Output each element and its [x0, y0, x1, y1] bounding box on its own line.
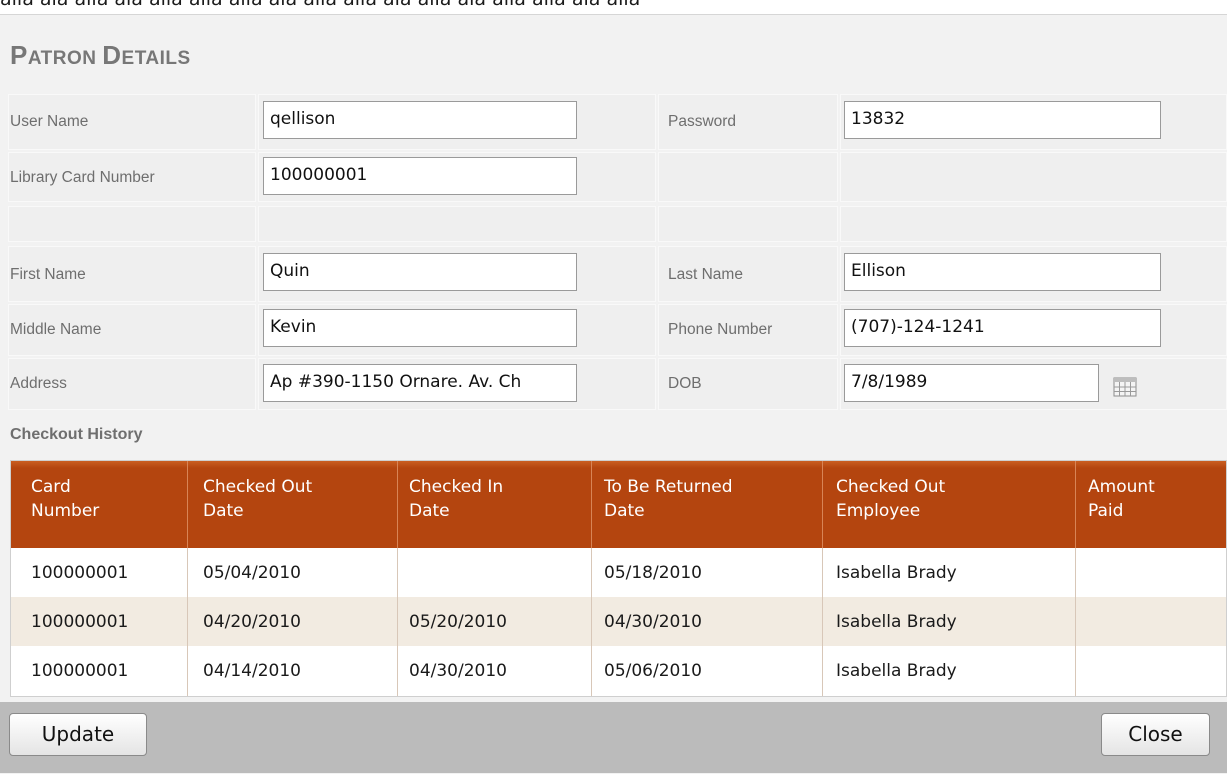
cell-employee: Isabella Brady	[836, 563, 957, 583]
first-name-label: First Name	[10, 266, 86, 283]
cell-card-number: 100000001	[31, 661, 129, 681]
username-field[interactable]: qellison	[263, 101, 577, 139]
table-row[interactable]: 100000001 05/04/2010 05/18/2010 Isabella…	[11, 548, 1226, 597]
grid-header: Card Number Checked Out Date Checked In Dat…	[11, 461, 1226, 548]
column-header-amount-paid[interactable]: Amount Paid	[1088, 475, 1155, 523]
column-divider	[822, 461, 823, 548]
column-divider	[1075, 548, 1076, 696]
library-card-field[interactable]: 100000001	[263, 157, 577, 195]
cell-card-number: 100000001	[31, 563, 129, 583]
form-cell	[840, 152, 1227, 202]
close-button[interactable]: Close	[1101, 713, 1210, 756]
column-divider	[397, 461, 398, 548]
cell-checked-out-date: 04/14/2010	[203, 661, 301, 681]
cell-checked-out-date: 04/20/2010	[203, 612, 301, 632]
column-header-to-be-returned-date[interactable]: To Be Returned Date	[604, 475, 733, 523]
password-label: Password	[668, 113, 737, 130]
form-cell	[8, 206, 256, 242]
username-label: User Name	[10, 113, 89, 130]
column-divider	[591, 461, 592, 548]
middle-name-field[interactable]: Kevin	[263, 309, 577, 347]
library-card-label: Library Card Number	[10, 169, 155, 186]
column-header-checked-out-employee[interactable]: Checked Out Employee	[836, 475, 945, 523]
update-button[interactable]: Update	[9, 713, 147, 756]
last-name-label: Last Name	[668, 266, 743, 283]
form-cell	[258, 206, 656, 242]
dob-field[interactable]: 7/8/1989	[844, 364, 1099, 402]
dob-label: DOB	[668, 375, 702, 392]
table-row[interactable]: 100000001 04/14/2010 04/30/2010 05/06/20…	[11, 646, 1226, 695]
phone-number-label: Phone Number	[668, 321, 773, 338]
cell-checked-in-date: 05/20/2010	[409, 612, 507, 632]
clipped-top-text: alia aia alia ala alia alia alia aia ali…	[0, 0, 1227, 12]
calendar-icon[interactable]	[1111, 374, 1139, 400]
cell-to-be-returned-date: 05/18/2010	[604, 563, 702, 583]
column-divider	[187, 461, 188, 548]
middle-name-label: Middle Name	[10, 321, 102, 338]
first-name-field[interactable]: Quin	[263, 253, 577, 291]
column-divider	[591, 548, 592, 696]
phone-number-field[interactable]: (707)-124-1241	[844, 309, 1161, 347]
dialog-footer	[0, 702, 1227, 773]
title-initial-d: D	[102, 40, 122, 70]
cell-checked-in-date: 04/30/2010	[409, 661, 507, 681]
form-cell	[840, 206, 1227, 242]
column-header-checked-in-date[interactable]: Checked In Date	[409, 475, 503, 523]
column-header-checked-out-date[interactable]: Checked Out Date	[203, 475, 312, 523]
checkout-history-grid: Card Number Checked Out Date Checked In Dat…	[10, 460, 1227, 697]
table-row[interactable]: 100000001 04/20/2010 05/20/2010 04/30/20…	[11, 597, 1226, 646]
password-field[interactable]: 13832	[844, 101, 1161, 139]
address-field[interactable]: Ap #390-1150 Ornare. Av. Ch	[263, 364, 577, 402]
address-label: Address	[10, 375, 67, 392]
cell-employee: Isabella Brady	[836, 612, 957, 632]
checkout-history-label: Checkout History	[10, 426, 143, 443]
title-initial-p: P	[10, 40, 28, 70]
column-divider	[1075, 461, 1076, 548]
cell-card-number: 100000001	[31, 612, 129, 632]
last-name-field[interactable]: Ellison	[844, 253, 1161, 291]
page-title: PATRON DETAILS	[10, 40, 191, 71]
column-divider	[397, 548, 398, 696]
cell-to-be-returned-date: 04/30/2010	[604, 612, 702, 632]
column-header-card-number[interactable]: Card Number	[31, 475, 99, 523]
title-rest-2: ETAILS	[121, 48, 191, 69]
cell-checked-out-date: 05/04/2010	[203, 563, 301, 583]
title-rest-1: ATRON	[27, 48, 103, 69]
form-cell	[658, 206, 838, 242]
cell-to-be-returned-date: 05/06/2010	[604, 661, 702, 681]
column-divider	[822, 548, 823, 696]
column-divider	[187, 548, 188, 696]
form-cell	[658, 152, 838, 202]
cell-employee: Isabella Brady	[836, 661, 957, 681]
